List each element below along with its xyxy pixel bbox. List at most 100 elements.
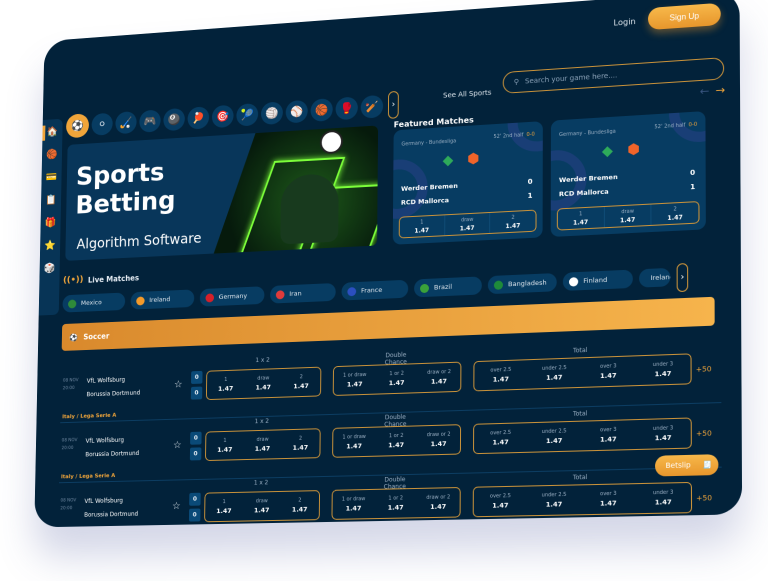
odd-label: 2 <box>673 205 677 213</box>
odd-button[interactable]: 2 1.47 <box>652 202 699 225</box>
sport-golf[interactable]: ⚪ <box>91 112 113 136</box>
country-filter-finland[interactable]: Finland <box>562 269 633 291</box>
odd-label: under 2.5 <box>541 364 567 372</box>
odd-label: under 2.5 <box>541 428 567 436</box>
match-teams[interactable]: VfL Wolfsburg Borussia Dortmund <box>84 494 138 522</box>
countries-next-button[interactable]: › <box>676 262 689 293</box>
betslip-button[interactable]: Betslip 🧾 <box>655 454 719 477</box>
odd-button[interactable]: 2 1.47 <box>281 429 319 458</box>
sport-boxing[interactable]: 🥊 <box>335 95 358 120</box>
sidebar-item-promotions[interactable]: 💳 <box>44 170 59 186</box>
odd-button[interactable]: draw or 2 1.47 <box>417 488 460 517</box>
sport-basketball[interactable]: 🏀 <box>310 97 333 122</box>
country-filter-mexico[interactable]: Mexico <box>62 292 126 313</box>
country-filter-germany[interactable]: Germany <box>199 286 265 307</box>
sport-darts[interactable]: 🎯 <box>211 104 234 128</box>
odd-button[interactable]: draw or 2 1.47 <box>418 363 461 393</box>
odd-button[interactable]: over 3 1.47 <box>581 356 635 387</box>
odd-value: 1.47 <box>430 377 448 386</box>
odd-button[interactable]: draw 1.47 <box>244 369 282 398</box>
more-markets-link[interactable]: +50 <box>696 365 712 374</box>
sidebar-item-favorites[interactable]: ⭐ <box>43 238 58 254</box>
market-double: 1 or draw 1.47 1 or 2 1.47 draw or 2 1.47 <box>332 361 462 397</box>
odd-button[interactable]: 1 or draw 1.47 <box>334 366 376 395</box>
odd-button[interactable]: 2 1.47 <box>281 491 320 520</box>
sidebar-item-bet-history[interactable]: 📋 <box>44 193 59 209</box>
odd-button[interactable]: over 2.5 1.47 <box>474 487 527 517</box>
odd-button[interactable]: 1 1.47 <box>205 493 243 522</box>
favorite-star-icon[interactable]: ☆ <box>173 440 182 451</box>
sport-soccer[interactable]: ⚽ <box>65 112 90 138</box>
odd-button[interactable]: over 3 1.47 <box>581 484 636 514</box>
sport-tennis[interactable]: 🎾 <box>236 102 259 127</box>
odd-button[interactable]: 1 or 2 1.47 <box>374 489 417 518</box>
odd-button[interactable]: 2 1.47 <box>490 211 535 233</box>
odd-button[interactable]: 1 or draw 1.47 <box>332 490 374 519</box>
featured-match-card[interactable]: Germany - Bundesliga 52' 2nd half 0-0 ◆ ⬢ Wer… <box>550 111 706 237</box>
odd-button[interactable]: 2 1.47 <box>282 368 320 397</box>
app-window: Login Sign Up 🏠 🏀 💳 📋 🎁 ⭐ 🎲 ⚽ ⚪ 🏑 🎮 🎱 🏓 🎯 🎾 🏐 ⚾ 🏀 🥊 🏏 › See… <box>34 0 743 528</box>
match-datetime: 08 NOV 20:00 <box>60 498 77 512</box>
featured-match-card[interactable]: Germany - Bundesliga 52' 2nd half 0-0 ◆ ⬢ Wer… <box>392 121 543 245</box>
arrow-left-icon[interactable]: ← <box>700 84 710 98</box>
odd-button[interactable]: under 2.5 1.47 <box>527 422 581 452</box>
arrow-right-icon[interactable]: → <box>716 83 726 97</box>
match-teams[interactable]: VfL Wolfsburg Borussia Dortmund <box>85 433 139 462</box>
signup-button[interactable]: Sign Up <box>648 2 721 31</box>
odd-button[interactable]: draw 1.47 <box>243 430 281 459</box>
sport-hockey[interactable]: 🏑 <box>115 110 137 134</box>
soccer-icon: ⚽ <box>69 332 78 342</box>
odd-button[interactable]: over 2.5 1.47 <box>474 360 527 390</box>
sidebar-item-casino[interactable]: 🎲 <box>42 261 57 277</box>
sport-volleyball[interactable]: 🏐 <box>260 100 284 125</box>
country-filter-ireland[interactable]: Ireland <box>639 267 671 288</box>
odd-button[interactable]: 1 1.47 <box>557 206 605 230</box>
sport-pool[interactable]: 🎱 <box>163 107 185 131</box>
match-teams[interactable]: VfL Wolfsburg Borussia Dortmund <box>86 373 140 402</box>
sidebar-item-gifts[interactable]: 🎁 <box>43 216 58 232</box>
see-all-sports-link[interactable]: See All Sports <box>443 89 491 100</box>
more-markets-link[interactable]: +50 <box>696 429 712 438</box>
odd-button[interactable]: 1 or 2 1.47 <box>376 364 418 393</box>
odds-group: 1 1.47 draw 1.47 2 1.47 <box>398 209 537 239</box>
odd-button[interactable]: under 3 1.47 <box>636 419 691 449</box>
odd-button[interactable]: draw or 2 1.47 <box>417 425 460 454</box>
odd-button[interactable]: draw 1.47 <box>243 492 281 521</box>
favorite-star-icon[interactable]: ☆ <box>174 379 183 390</box>
hero-banner[interactable]: Sports Betting Algorithm Software <box>65 125 379 261</box>
search-input[interactable]: ⚲ Search your game here.... <box>502 57 725 94</box>
sports-next-button[interactable]: › <box>387 90 399 119</box>
odd-button[interactable]: 1 1.47 <box>399 215 445 238</box>
sidebar-item-home[interactable]: 🏠 <box>45 125 60 141</box>
odd-value: 1.47 <box>217 384 234 393</box>
odd-button[interactable]: over 3 1.47 <box>581 420 636 450</box>
odd-button[interactable]: under 3 1.47 <box>636 483 691 513</box>
odd-button[interactable]: over 2.5 1.47 <box>474 423 527 453</box>
odd-button[interactable]: under 2.5 1.47 <box>527 485 581 515</box>
country-filter-bangladesh[interactable]: Bangladesh <box>487 273 557 295</box>
gifts-icon: 🎁 <box>44 217 57 229</box>
odd-button[interactable]: 1 or draw 1.47 <box>333 428 375 457</box>
sport-cricket[interactable]: 🏏 <box>360 94 384 119</box>
odd-button[interactable]: under 3 1.47 <box>636 354 691 385</box>
sport-baseball[interactable]: ⚾ <box>285 99 308 124</box>
favorite-star-icon[interactable]: ☆ <box>172 501 181 512</box>
sport-table-tennis[interactable]: 🏓 <box>187 105 210 130</box>
odd-button[interactable]: draw 1.47 <box>604 204 652 228</box>
country-filter-iran[interactable]: Iran <box>270 282 336 304</box>
odd-button[interactable]: under 2.5 1.47 <box>527 358 581 388</box>
volleyball-icon: 🏐 <box>265 106 279 120</box>
odd-button[interactable]: 1 or 2 1.47 <box>375 426 417 455</box>
odd-button[interactable]: draw 1.47 <box>444 212 491 236</box>
odd-button[interactable]: 1 1.47 <box>206 431 244 460</box>
market-x12: 1 1.47 draw 1.47 2 1.47 <box>205 366 322 401</box>
odd-button[interactable]: 1 1.47 <box>207 370 245 399</box>
login-link[interactable]: Login <box>614 17 636 28</box>
more-markets-link[interactable]: +50 <box>696 494 712 503</box>
sidebar-item-live[interactable]: 🏀 <box>45 147 60 163</box>
sport-esports[interactable]: 🎮 <box>139 108 161 133</box>
country-filter-ireland[interactable]: Ireland <box>130 289 195 310</box>
country-filter-brazil[interactable]: Brazil <box>414 276 482 298</box>
odd-label: over 3 <box>600 363 617 370</box>
country-filter-france[interactable]: France <box>341 279 409 301</box>
